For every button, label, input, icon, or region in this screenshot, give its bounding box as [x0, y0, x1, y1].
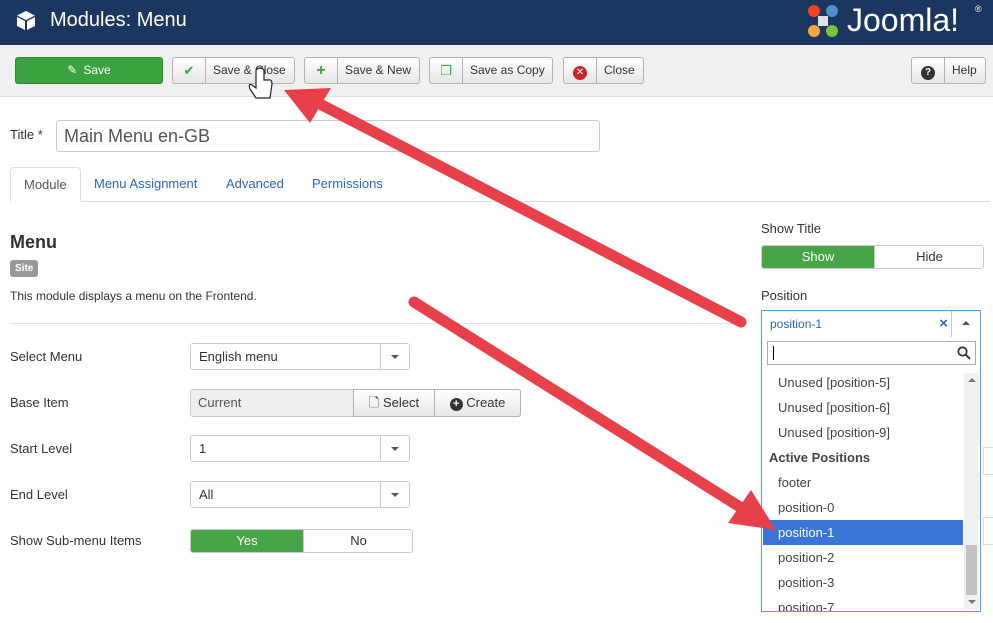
joomla-logo-icon	[808, 5, 838, 37]
partial-field	[983, 447, 993, 475]
tab-menu-assignment[interactable]: Menu Assignment	[81, 167, 210, 202]
scroll-thumb[interactable]	[966, 545, 977, 595]
save-copy-button[interactable]: ❐ Save as Copy	[429, 57, 553, 84]
show-option[interactable]: Show	[762, 246, 874, 268]
submenu-label: Show Sub-menu Items	[10, 533, 142, 548]
select-button[interactable]: 🗋 Select	[353, 389, 435, 417]
scroll-down-icon[interactable]	[968, 600, 976, 604]
caret-down-icon	[380, 344, 409, 369]
save-new-button[interactable]: + Save & New	[304, 57, 420, 84]
title-input[interactable]	[56, 120, 600, 152]
partial-field	[983, 517, 993, 545]
end-level-dropdown[interactable]: All	[190, 481, 410, 508]
plus-circle-icon: +	[449, 398, 463, 411]
toolbar: ✎ Save ✔ Save & Close + Save & New ❐ Save…	[0, 45, 993, 97]
tab-permissions[interactable]: Permissions	[299, 167, 396, 202]
admin-header: Modules: Menu Joomla! ®	[0, 0, 993, 45]
caret-down-icon	[380, 436, 409, 461]
clear-icon[interactable]: ×	[939, 311, 948, 337]
dropdown-option[interactable]: position-0	[763, 495, 963, 520]
scroll-up-icon[interactable]	[968, 378, 976, 382]
save-close-button[interactable]: ✔ Save & Close	[172, 57, 295, 84]
show-title-toggle: Show Hide	[761, 245, 984, 269]
caret-up-icon[interactable]	[951, 311, 980, 337]
hide-option[interactable]: Hide	[874, 246, 983, 268]
question-icon: ?	[912, 58, 945, 83]
title-label: Title *	[10, 127, 43, 142]
position-label: Position	[761, 288, 808, 303]
dropdown-option[interactable]: position-7	[763, 595, 963, 611]
dropdown-option[interactable]: Unused [position-5]	[763, 370, 963, 395]
text-cursor	[773, 346, 774, 360]
joomla-logo: Joomla! ®	[803, 0, 988, 42]
brand-name: Joomla!	[847, 2, 960, 38]
position-dropdown: Unused [position-5] Unused [position-6] Un…	[761, 337, 981, 612]
submenu-no[interactable]: No	[303, 530, 412, 552]
show-title-label: Show Title	[761, 221, 821, 236]
save-button[interactable]: ✎ Save	[15, 57, 163, 84]
end-level-label: End Level	[10, 487, 68, 502]
page-title: Modules: Menu	[50, 9, 187, 31]
search-icon	[957, 346, 971, 360]
caret-down-icon	[380, 482, 409, 507]
cube-icon	[17, 11, 35, 30]
create-button[interactable]: + Create	[434, 389, 521, 417]
start-level-label: Start Level	[10, 441, 73, 456]
check-icon: ✔	[173, 58, 206, 83]
cancel-icon: ✕	[564, 58, 597, 83]
scrollbar[interactable]	[964, 373, 979, 609]
select-menu-label: Select Menu	[10, 349, 83, 364]
plus-icon: +	[305, 58, 338, 83]
start-level-dropdown[interactable]: 1	[190, 435, 410, 462]
select-menu-dropdown[interactable]: English menu	[190, 343, 410, 370]
submenu-yes[interactable]: Yes	[191, 530, 303, 552]
base-item-field: Current	[190, 389, 354, 417]
position-search-input[interactable]	[767, 341, 976, 365]
dropdown-option[interactable]: footer	[763, 470, 963, 495]
site-badge: Site	[10, 260, 39, 277]
edit-icon: ✎	[67, 63, 78, 77]
brand-reg: ®	[975, 4, 982, 14]
position-select[interactable]: position-1 ×	[761, 310, 981, 338]
copy-icon: ❐	[430, 58, 463, 83]
dropdown-option[interactable]: position-3	[763, 570, 963, 595]
dropdown-option[interactable]: position-1	[763, 520, 963, 545]
dropdown-option[interactable]: Unused [position-9]	[763, 420, 963, 445]
submenu-toggle: Yes No	[190, 529, 413, 553]
module-description: This module displays a menu on the Front…	[10, 289, 257, 303]
module-name: Menu	[10, 232, 57, 252]
dropdown-option[interactable]: position-2	[763, 545, 963, 570]
file-icon: 🗋	[368, 395, 380, 410]
close-button[interactable]: ✕ Close	[563, 57, 644, 84]
dropdown-option[interactable]: Unused [position-6]	[763, 395, 963, 420]
dropdown-group-label: Active Positions	[769, 450, 871, 465]
help-button[interactable]: ? Help	[911, 57, 986, 84]
tab-advanced[interactable]: Advanced	[213, 167, 297, 202]
base-item-label: Base Item	[10, 395, 69, 410]
divider	[10, 323, 740, 324]
tab-module[interactable]: Module	[10, 167, 81, 202]
